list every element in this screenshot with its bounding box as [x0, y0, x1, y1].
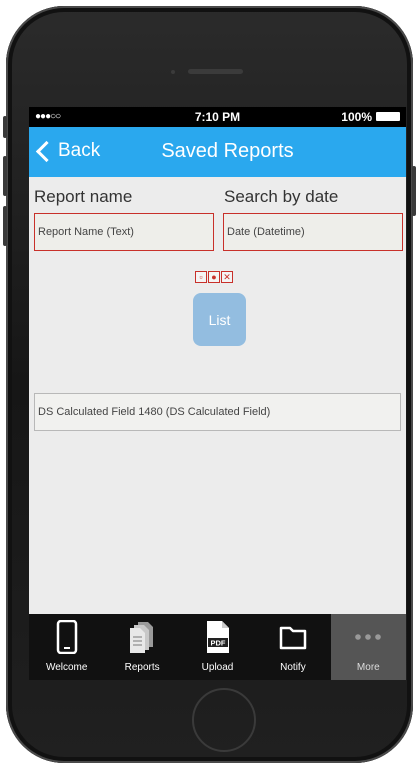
folder-icon — [279, 626, 307, 650]
tab-bar: Welcome Reports PDF Upload Notify More — [29, 614, 406, 680]
tab-welcome[interactable]: Welcome — [29, 614, 104, 680]
tab-upload[interactable]: PDF Upload — [180, 614, 255, 680]
status-bar: ●●●○○ 7:10 PM 100% — [29, 107, 406, 127]
pdf-icon: PDF — [206, 621, 229, 653]
mute-switch — [3, 116, 7, 138]
page-title: Saved Reports — [161, 140, 294, 162]
more-dots-icon — [355, 634, 382, 640]
phone-icon — [56, 620, 77, 654]
svg-text:PDF: PDF — [210, 639, 225, 648]
volume-down-button — [3, 206, 7, 246]
navigation-bar: Back Saved Reports — [29, 127, 406, 177]
tab-reports[interactable]: Reports — [104, 614, 179, 680]
search-by-date-label: Search by date — [224, 187, 339, 206]
calculated-field[interactable]: DS Calculated Field 1480 (DS Calculated … — [34, 393, 401, 431]
copy-icon[interactable]: ▫ — [195, 271, 207, 283]
power-button — [412, 166, 416, 216]
app-screen: ●●●○○ 7:10 PM 100% Back Saved Reports Re… — [29, 107, 406, 680]
tab-notify[interactable]: Notify — [255, 614, 330, 680]
tab-label: Welcome — [45, 662, 88, 673]
tab-label: Upload — [201, 662, 234, 673]
report-name-field[interactable]: Report Name (Text) — [34, 213, 214, 251]
report-name-label: Report name — [34, 187, 133, 206]
front-camera — [171, 70, 175, 74]
list-button[interactable]: List — [193, 293, 246, 346]
home-button[interactable] — [192, 688, 256, 752]
volume-up-button — [3, 156, 7, 196]
battery-icon — [376, 112, 400, 121]
date-field[interactable]: Date (Datetime) — [223, 213, 403, 251]
earpiece-speaker — [188, 69, 243, 74]
widget-toolbar: ▫ ● ✕ — [195, 271, 233, 283]
close-icon[interactable]: ✕ — [221, 271, 233, 283]
battery-percentage: 100% — [341, 110, 372, 124]
record-icon[interactable]: ● — [208, 271, 220, 283]
tab-label: Notify — [280, 662, 306, 673]
tab-label: More — [356, 662, 380, 673]
tab-label: Reports — [124, 662, 160, 673]
tab-more[interactable]: More — [330, 614, 406, 680]
documents-icon — [130, 622, 154, 653]
